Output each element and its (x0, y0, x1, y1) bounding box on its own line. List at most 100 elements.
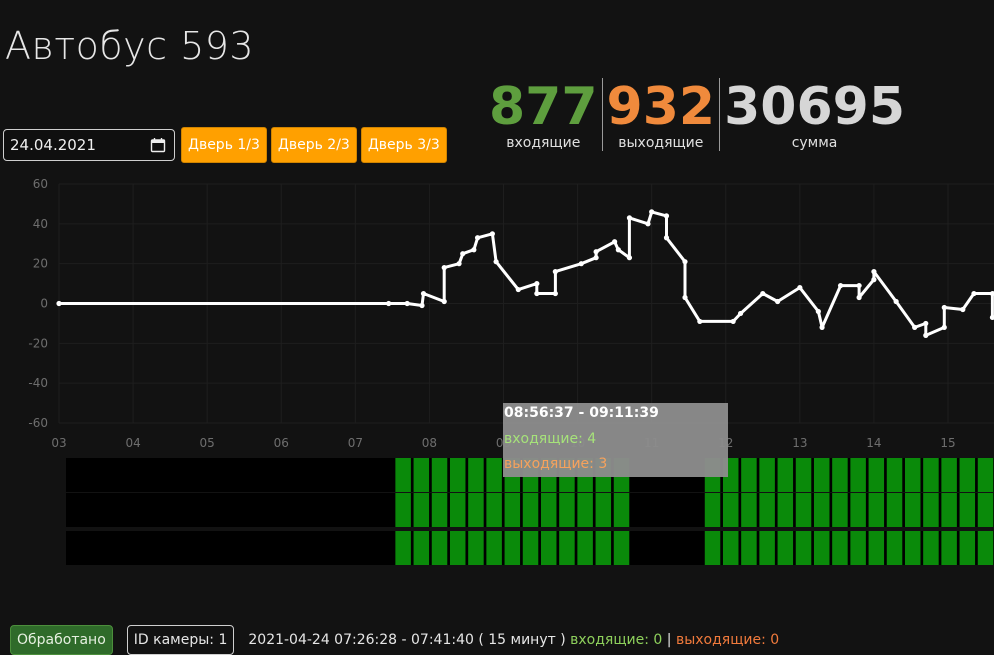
door-activity-block (522, 493, 539, 527)
door-activity-block (832, 458, 848, 492)
door-activity-block (868, 458, 885, 492)
door-activity-block (941, 458, 957, 492)
total-stat: 30695 сумма (719, 78, 909, 151)
door-activity-block (486, 493, 502, 527)
y-tick-label: 60 (33, 177, 48, 191)
door-3-button[interactable]: Дверь 3/3 (360, 127, 447, 163)
interval-info: 2021-04-24 07:26:28 - 07:41:40 ( 15 мину… (248, 632, 779, 648)
data-point (612, 239, 618, 245)
door-activity-block (741, 458, 757, 492)
door-activity-block (449, 531, 466, 565)
door-activity-block (795, 531, 812, 565)
calendar-icon[interactable] (150, 137, 166, 153)
door-activity-block (395, 458, 411, 492)
passenger-stats: 877 входящие 932 выходящие 30695 сумма (485, 78, 909, 151)
door-1-button[interactable]: Дверь 1/3 (181, 127, 267, 163)
data-point (682, 259, 688, 265)
door-activity-block (868, 531, 885, 565)
door-activity-block (795, 458, 812, 492)
data-point (941, 304, 947, 311)
interval-detail-bar: Обработано ID камеры: 1 2021-04-24 07:26… (10, 625, 779, 655)
processed-badge: Обработано (10, 625, 113, 655)
data-point (941, 324, 947, 330)
passenger-flow-chart[interactable]: 6040200-20-40-60030405060708091011121314… (0, 172, 994, 572)
y-tick-label: 40 (33, 217, 48, 231)
incoming-count: 877 (489, 77, 598, 137)
door-activity-block (595, 493, 612, 527)
door-activity-block (850, 458, 866, 492)
door-activity-block (977, 493, 994, 527)
data-point (856, 294, 862, 301)
data-point (441, 265, 447, 271)
x-tick-label: 15 (940, 436, 955, 450)
door-activity-block (722, 531, 739, 565)
door-activity-block (886, 458, 903, 492)
door-activity-block (577, 493, 593, 527)
controls-bar: 24.04.2021 Дверь 1/3 Дверь 2/3 Дверь 3/3 (3, 127, 447, 163)
data-point (871, 269, 877, 275)
door-2-button[interactable]: Дверь 2/3 (270, 127, 357, 163)
date-picker[interactable]: 24.04.2021 (3, 129, 175, 161)
data-point (737, 310, 744, 317)
data-point (593, 249, 599, 255)
data-point (420, 290, 427, 297)
x-tick-label: 06 (274, 436, 289, 450)
data-point (663, 213, 670, 219)
data-point (534, 290, 540, 297)
door-activity-block (868, 493, 885, 527)
data-point (893, 298, 899, 305)
data-point (489, 231, 495, 237)
door-activity-block (431, 458, 448, 492)
outgoing-label: выходящие (618, 135, 704, 151)
data-point (775, 298, 781, 305)
door-activity-block (959, 458, 976, 492)
door-activity-block (959, 493, 976, 527)
door-activity-block (813, 458, 830, 492)
data-point (515, 286, 521, 293)
y-tick-label: -60 (28, 416, 48, 430)
interval-time: 2021-04-24 07:26:28 - 07:41:40 ( 15 мину… (248, 632, 566, 648)
door-activity-block (395, 531, 411, 565)
tooltip-time-range: 08:56:37 - 09:11:39 (504, 405, 659, 421)
door-activity-block (923, 458, 939, 492)
x-tick-label: 08 (422, 436, 437, 450)
data-point (682, 294, 688, 301)
data-point (856, 282, 862, 289)
door-activity-block (486, 458, 502, 492)
door-activity-block (904, 493, 921, 527)
door-activity-block (759, 493, 775, 527)
data-point (960, 306, 966, 313)
door-activity-block (777, 531, 794, 565)
data-point (697, 318, 703, 325)
series-line (59, 210, 994, 337)
door-activity-block (468, 493, 484, 527)
data-point (923, 320, 929, 327)
y-tick-label: 20 (33, 257, 48, 271)
data-point (578, 261, 584, 267)
door-activity-block (722, 493, 739, 527)
tooltip-incoming: входящие: 4 (504, 431, 597, 447)
data-point (989, 314, 994, 321)
data-point (971, 290, 977, 297)
data-point (456, 261, 462, 267)
data-point (989, 290, 994, 297)
incoming-label: входящие (506, 135, 581, 151)
data-point (552, 290, 558, 297)
data-point (471, 247, 477, 253)
x-tick-label: 07 (348, 436, 363, 450)
data-point (441, 298, 447, 305)
data-point (912, 324, 918, 330)
date-value[interactable]: 24.04.2021 (10, 136, 96, 154)
y-tick-label: 0 (40, 297, 48, 311)
data-point (815, 308, 821, 315)
door-activity-block (504, 531, 521, 565)
data-point (760, 290, 766, 297)
x-tick-label: 14 (866, 436, 881, 450)
data-point (730, 318, 736, 325)
door-activity-block (468, 531, 484, 565)
door-activity-block (923, 531, 939, 565)
door-activity-block (540, 493, 557, 527)
outgoing-stat: 932 выходящие (601, 78, 720, 151)
door-activity-block (486, 531, 502, 565)
door-activity-block (904, 458, 921, 492)
